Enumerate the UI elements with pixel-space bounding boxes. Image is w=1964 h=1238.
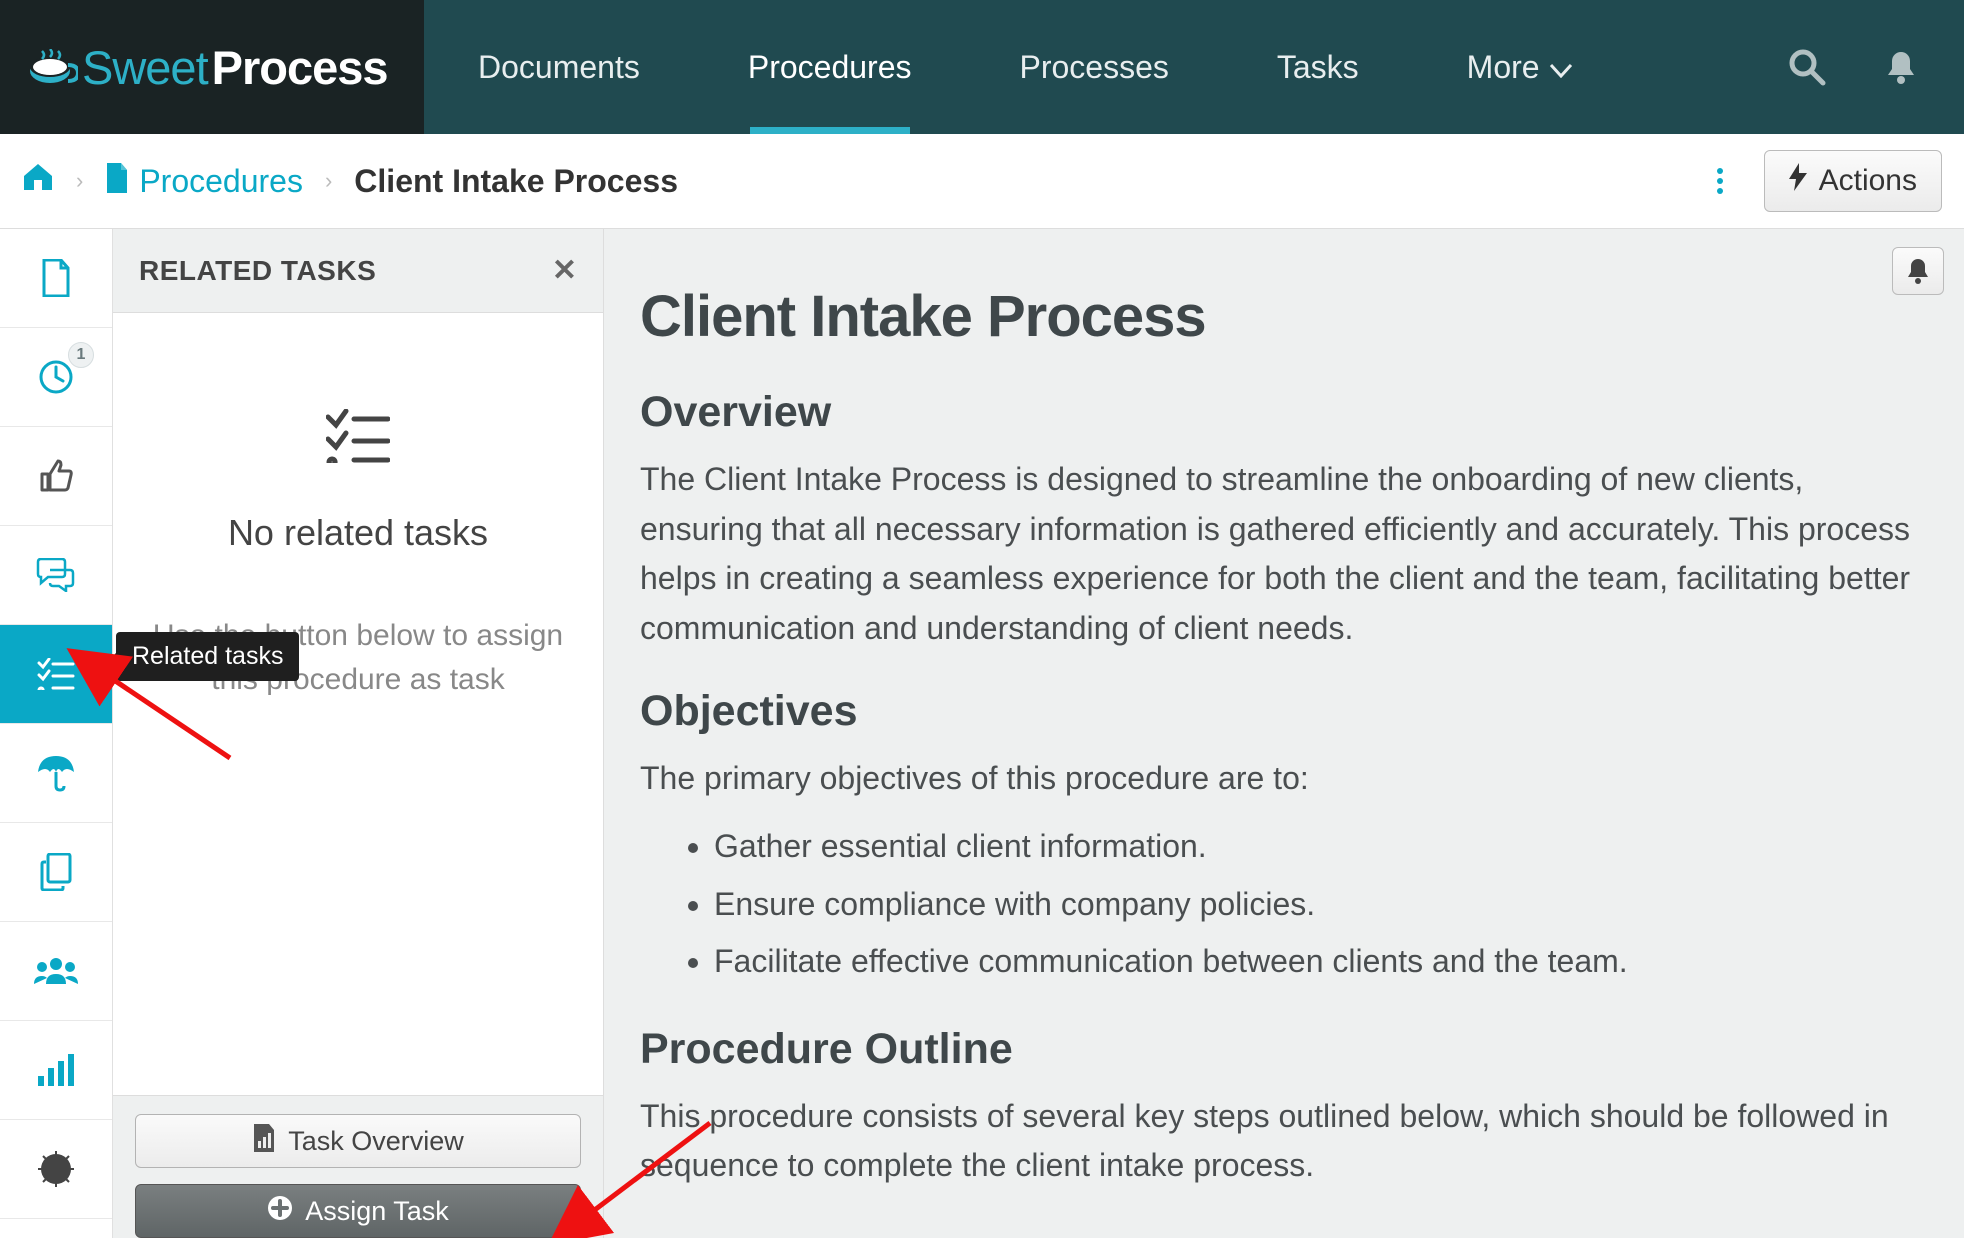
panel-header: RELATED TASKS ✕ <box>113 229 603 313</box>
brand-logo: Sweet Process <box>28 40 388 95</box>
doc-title: Client Intake Process <box>640 283 1928 350</box>
breadcrumb-current: Client Intake Process <box>354 163 678 200</box>
actions-button[interactable]: Actions <box>1764 150 1942 212</box>
file-icon <box>105 163 129 200</box>
brand-text-light: Sweet <box>82 40 208 95</box>
actions-label: Actions <box>1819 164 1917 198</box>
breadcrumb-bar: › Procedures › Client Intake Process Act… <box>0 134 1964 229</box>
nav-more[interactable]: More <box>1413 0 1626 134</box>
brand-text-bold: Process <box>212 40 388 95</box>
list-item: Facilitate effective communication betwe… <box>714 933 1928 991</box>
button-label: Assign Task <box>305 1196 449 1227</box>
brand-area[interactable]: Sweet Process <box>0 0 424 134</box>
nav-label: More <box>1467 49 1540 86</box>
breadcrumb-link-label: Procedures <box>139 163 303 200</box>
heading-outline: Procedure Outline <box>640 1025 1928 1074</box>
document-view: Client Intake Process Overview The Clien… <box>604 229 1964 1238</box>
bar-chart-file-icon <box>252 1124 276 1159</box>
rail-document-icon[interactable] <box>0 229 112 328</box>
chevron-down-icon <box>1550 49 1572 86</box>
panel-title: RELATED TASKS <box>139 255 552 287</box>
nav-procedures[interactable]: Procedures <box>694 0 966 134</box>
chevron-right-icon: › <box>76 168 83 194</box>
assign-task-button[interactable]: Assign Task <box>135 1184 581 1238</box>
body: 1 RELATED TASKS ✕ <box>0 229 1964 1238</box>
rail-comments-icon[interactable] <box>0 526 112 625</box>
annotation-arrow <box>100 668 250 773</box>
paragraph: The Client Intake Process is designed to… <box>640 455 1928 653</box>
breadcrumb-actions: Actions <box>1700 150 1942 212</box>
nav-label: Procedures <box>748 49 912 86</box>
nav-tasks[interactable]: Tasks <box>1223 0 1413 134</box>
button-label: Task Overview <box>288 1126 464 1157</box>
nav-label: Documents <box>478 49 640 86</box>
checklist-icon <box>326 407 390 478</box>
kebab-menu-icon[interactable] <box>1700 161 1740 201</box>
list-item: Gather essential client information. <box>714 818 1928 876</box>
search-icon[interactable] <box>1782 42 1832 92</box>
nav-documents[interactable]: Documents <box>424 0 694 134</box>
nav-menu: Documents Procedures Processes Tasks Mor… <box>424 0 1782 134</box>
bolt-icon <box>1789 163 1807 199</box>
annotation-arrow <box>580 1115 730 1230</box>
close-icon[interactable]: ✕ <box>552 253 577 288</box>
paragraph: The primary objectives of this procedure… <box>640 754 1928 804</box>
rail-related-tasks-icon[interactable] <box>0 625 112 724</box>
cup-icon <box>28 49 78 85</box>
rail-clock-icon[interactable]: 1 <box>0 328 112 427</box>
rail-thumbs-up-icon[interactable] <box>0 427 112 526</box>
plus-circle-icon <box>267 1195 293 1228</box>
objectives-list: Gather essential client information. Ens… <box>640 818 1928 991</box>
list-item: Ensure compliance with company policies. <box>714 876 1928 934</box>
nav-processes[interactable]: Processes <box>965 0 1222 134</box>
left-icon-rail: 1 <box>0 229 113 1238</box>
rail-stats-icon[interactable] <box>0 1021 112 1120</box>
nav-label: Processes <box>1019 49 1168 86</box>
paragraph: This procedure consists of several key s… <box>640 1092 1928 1191</box>
breadcrumb: › Procedures › Client Intake Process <box>22 162 1700 200</box>
rail-team-icon[interactable] <box>0 922 112 1021</box>
bell-icon[interactable] <box>1876 42 1926 92</box>
panel-footer: Task Overview Assign Task <box>113 1095 603 1238</box>
top-navbar: Sweet Process Documents Procedures Proce… <box>0 0 1964 134</box>
chevron-right-icon: › <box>325 168 332 194</box>
rail-badge-icon[interactable] <box>0 1120 112 1219</box>
rail-badge: 1 <box>68 342 94 368</box>
nav-label: Tasks <box>1277 49 1359 86</box>
heading-objectives: Objectives <box>640 687 1928 736</box>
breadcrumb-procedures-link[interactable]: Procedures <box>105 163 303 200</box>
notifications-button[interactable] <box>1892 247 1944 295</box>
rail-umbrella-icon[interactable] <box>0 724 112 823</box>
home-icon[interactable] <box>22 162 54 200</box>
task-overview-button[interactable]: Task Overview <box>135 1114 581 1168</box>
heading-overview: Overview <box>640 388 1928 437</box>
empty-title: No related tasks <box>228 512 488 554</box>
rail-copy-icon[interactable] <box>0 823 112 922</box>
nav-right <box>1782 0 1964 134</box>
